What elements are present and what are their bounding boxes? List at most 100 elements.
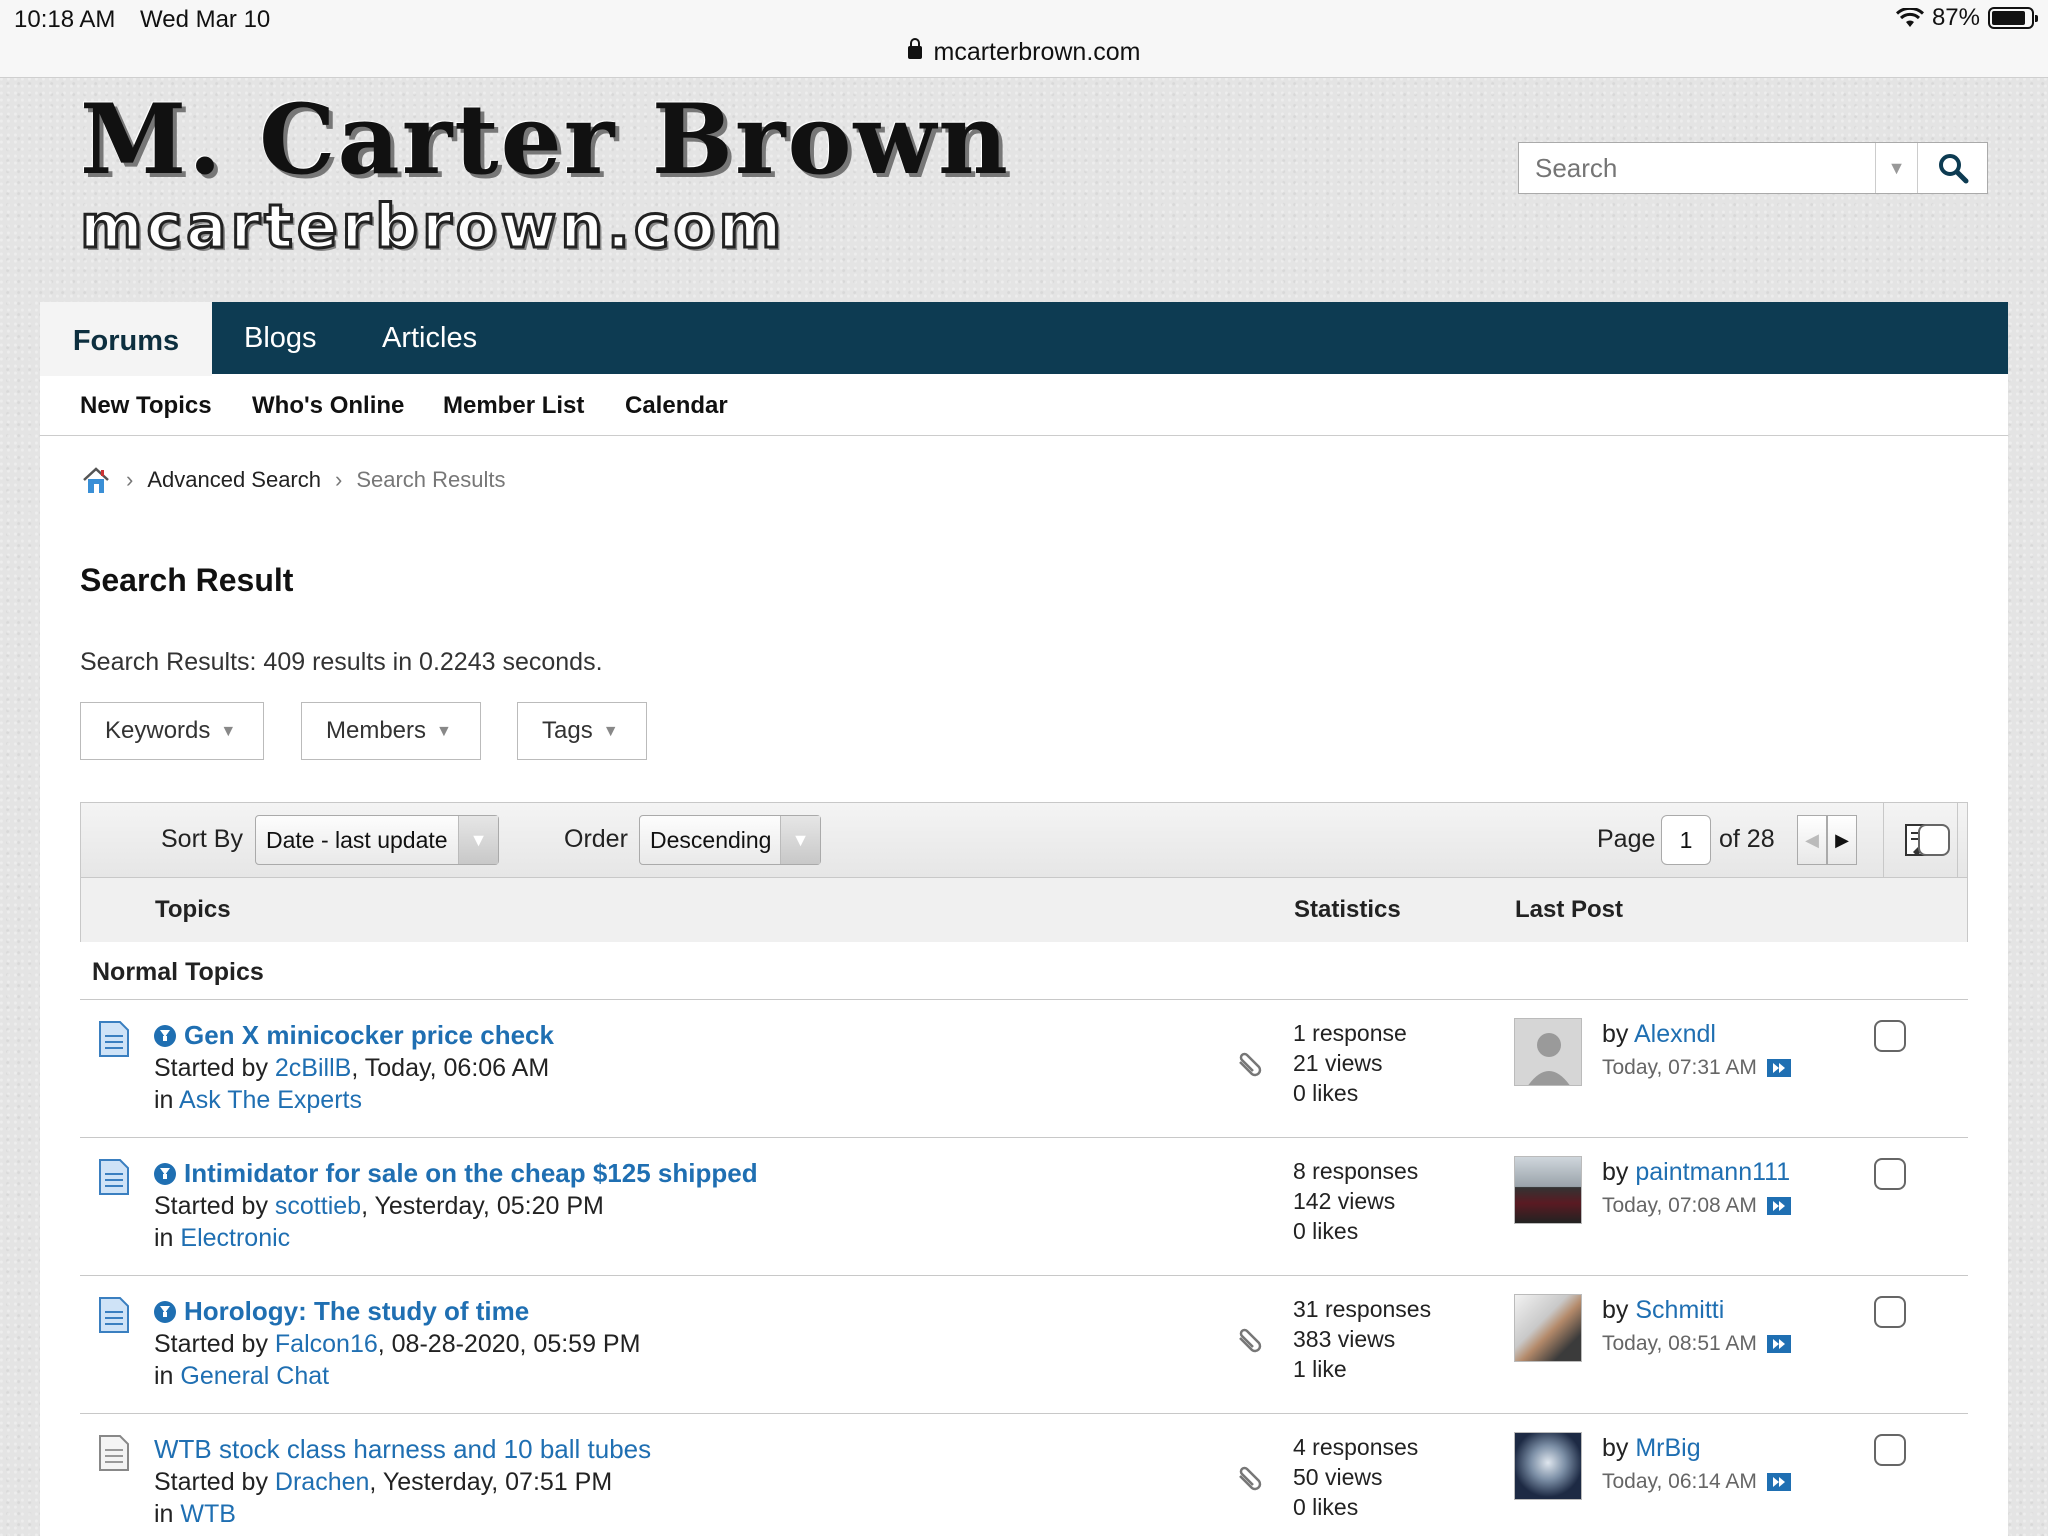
header-search: ▼ [1518, 142, 1988, 194]
jump-to-post-icon[interactable] [1766, 1059, 1791, 1077]
topic-title[interactable]: Intimidator for sale on the cheap $125 s… [154, 1158, 758, 1189]
forum-link[interactable]: Electronic [180, 1224, 290, 1252]
row-checkbox[interactable] [1874, 1296, 1906, 1328]
jump-to-post-icon[interactable] [1766, 1335, 1791, 1353]
filter-keywords[interactable]: Keywords ▼ [80, 702, 264, 760]
jump-to-post-icon[interactable] [1766, 1473, 1791, 1491]
col-topics[interactable]: Topics [155, 896, 231, 924]
unread-arrow-icon[interactable] [154, 1024, 176, 1047]
author-link[interactable]: Drachen [275, 1468, 370, 1496]
search-button[interactable] [1917, 143, 1987, 193]
address-bar[interactable]: mcarterbrown.com [0, 38, 2048, 67]
author-link[interactable]: 2cBillB [275, 1054, 351, 1082]
topic-title-text: Gen X minicocker price check [184, 1020, 554, 1050]
table-row: Gen X minicocker price check Started by … [80, 1000, 1968, 1138]
tab-articles[interactable]: Articles [382, 302, 477, 374]
likes-count: 1 like [1293, 1356, 1347, 1382]
subnav-member-list[interactable]: Member List [443, 392, 584, 420]
views-count: 21 views [1293, 1050, 1383, 1076]
last-poster-link[interactable]: Schmitti [1635, 1296, 1724, 1324]
prev-page-button[interactable]: ◀ [1797, 815, 1827, 865]
avatar[interactable] [1514, 1018, 1582, 1086]
forum-link[interactable]: WTB [180, 1500, 236, 1528]
col-last-post[interactable]: Last Post [1515, 896, 1623, 924]
filter-tags[interactable]: Tags ▼ [517, 702, 647, 760]
site-logo[interactable]: M. Carter Brown mcarterbrown.com [79, 92, 1010, 264]
author-link[interactable]: scottieb [275, 1192, 361, 1220]
last-post-time: Today, 08:51 AM [1602, 1332, 1791, 1356]
status-date: Wed Mar 10 [140, 6, 271, 33]
table-row: Intimidator for sale on the cheap $125 s… [80, 1138, 1968, 1276]
started-date: , Yesterday, 05:20 PM [361, 1192, 604, 1220]
topic-started: Started by 2cBillB, Today, 06:06 AM [154, 1054, 549, 1083]
status-time: 10:18 AM [14, 6, 116, 33]
battery-icon [1988, 7, 2038, 29]
subnav-whos-online[interactable]: Who's Online [252, 392, 404, 420]
likes-count: 0 likes [1293, 1494, 1359, 1520]
wifi-icon [1895, 8, 1924, 28]
filter-keywords-label: Keywords [105, 717, 211, 744]
paperclip-icon [1239, 1052, 1262, 1077]
topic-title[interactable]: WTB stock class harness and 10 ball tube… [154, 1434, 651, 1465]
sort-by-label: Sort By [161, 825, 243, 853]
top-nav: Forums Blogs Articles [40, 302, 2008, 376]
breadcrumb-separator: › [335, 467, 343, 492]
topic-forum: in WTB [154, 1500, 236, 1529]
topic-title-text: Horology: The study of time [184, 1296, 530, 1326]
main-panel: Forums Blogs Articles New Topics Who's O… [40, 302, 2008, 1536]
order-select[interactable]: Descending ▼ [639, 815, 821, 865]
by-prefix: by [1602, 1296, 1636, 1324]
search-input[interactable] [1519, 143, 1875, 193]
topic-started: Started by Drachen, Yesterday, 07:51 PM [154, 1468, 612, 1497]
avatar[interactable] [1514, 1432, 1582, 1500]
col-statistics[interactable]: Statistics [1294, 896, 1401, 924]
breadcrumb-advanced-search[interactable]: Advanced Search [147, 467, 321, 493]
search-options-dropdown[interactable]: ▼ [1875, 143, 1917, 193]
document-icon [99, 1297, 129, 1333]
row-checkbox[interactable] [1874, 1434, 1906, 1466]
started-prefix: Started by [154, 1192, 275, 1220]
forum-link[interactable]: General Chat [180, 1362, 329, 1390]
last-poster-link[interactable]: MrBig [1635, 1434, 1700, 1462]
filter-members-label: Members [326, 717, 427, 744]
tab-forums[interactable]: Forums [40, 302, 212, 376]
jump-to-post-icon[interactable] [1766, 1197, 1791, 1215]
home-icon[interactable] [80, 464, 112, 496]
subnav-calendar[interactable]: Calendar [625, 392, 728, 420]
last-post-by: by Alexndl [1602, 1020, 1716, 1049]
topic-title[interactable]: Gen X minicocker price check [154, 1020, 554, 1051]
tab-blogs[interactable]: Blogs [244, 302, 317, 374]
table-row: Horology: The study of time Started by F… [80, 1276, 1968, 1414]
search-icon [1938, 154, 1968, 184]
last-poster-link[interactable]: Alexndl [1634, 1020, 1716, 1048]
next-page-button[interactable]: ▶ [1827, 815, 1857, 865]
unread-arrow-icon[interactable] [154, 1162, 176, 1185]
row-checkbox[interactable] [1874, 1020, 1906, 1052]
by-prefix: by [1602, 1158, 1636, 1186]
avatar[interactable] [1514, 1294, 1582, 1362]
section-normal-topics: Normal Topics [92, 958, 264, 986]
page-number-input[interactable]: 1 [1661, 815, 1711, 865]
page-total: of 28 [1719, 825, 1775, 853]
address-url: mcarterbrown.com [933, 38, 1141, 66]
last-poster-link[interactable]: paintmann111 [1635, 1158, 1790, 1186]
forum-link[interactable]: Ask The Experts [179, 1086, 362, 1114]
last-post-by: by Schmitti [1602, 1296, 1724, 1325]
row-checkbox[interactable] [1874, 1158, 1906, 1190]
avatar[interactable] [1514, 1156, 1582, 1224]
chevron-down-icon: ▼ [220, 723, 237, 740]
sort-by-select[interactable]: Date - last update ▼ [255, 815, 499, 865]
topic-title[interactable]: Horology: The study of time [154, 1296, 529, 1327]
started-prefix: Started by [154, 1054, 275, 1082]
lock-icon [907, 38, 922, 59]
last-post-date: Today, 08:51 AM [1602, 1332, 1757, 1355]
author-link[interactable]: Falcon16 [275, 1330, 378, 1358]
topic-title-text: Intimidator for sale on the cheap $125 s… [184, 1158, 758, 1188]
subnav-new-topics[interactable]: New Topics [80, 392, 212, 420]
by-prefix: by [1602, 1434, 1636, 1462]
page-title: Search Result [80, 562, 294, 598]
unread-arrow-icon[interactable] [154, 1300, 176, 1323]
select-all-checkbox[interactable] [1918, 824, 1950, 856]
filter-members[interactable]: Members ▼ [301, 702, 481, 760]
likes-count: 0 likes [1293, 1218, 1359, 1244]
